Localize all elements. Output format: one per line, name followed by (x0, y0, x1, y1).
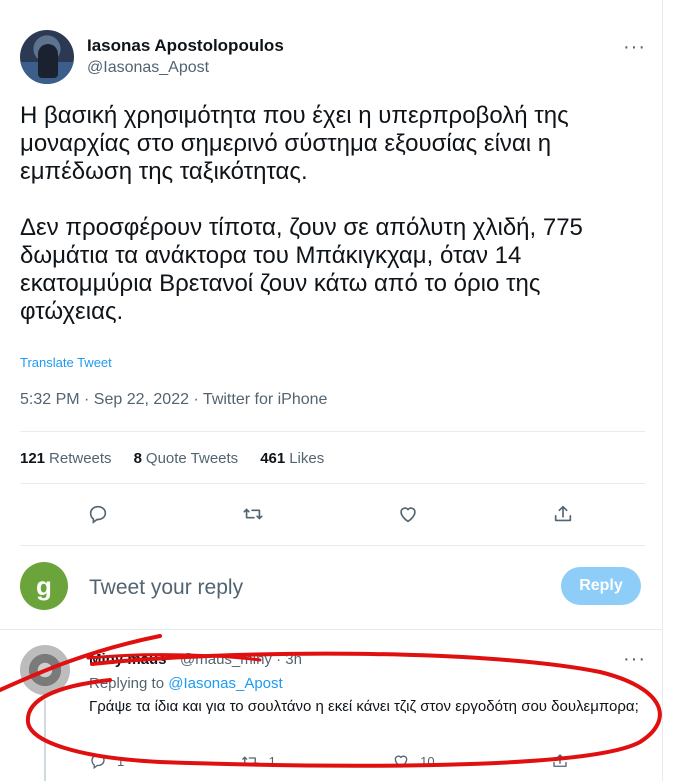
like-icon (394, 755, 408, 768)
reply-icon[interactable] (78, 497, 118, 531)
reply-like-action[interactable]: 10 (392, 752, 435, 770)
more-options-icon[interactable]: ··· (623, 37, 646, 57)
retweet-icon[interactable] (233, 497, 273, 531)
timeline-border (662, 0, 663, 781)
retweets-stat[interactable]: 121 Retweets (20, 450, 112, 467)
quotes-label: Quote Tweets (145, 450, 239, 467)
author-avatar[interactable] (20, 30, 74, 84)
retweets-label: Retweets (49, 450, 112, 467)
likes-stat[interactable]: 461 Likes (260, 450, 324, 467)
tweet-timestamp[interactable]: 5:32 PM · Sep 22, 2022 · Twitter for iPh… (20, 391, 327, 409)
divider (20, 431, 645, 432)
quotes-count: 8 (133, 450, 142, 467)
likes-count: 461 (260, 450, 286, 467)
likes-label: Likes (289, 450, 325, 467)
like-icon[interactable] (388, 497, 428, 531)
share-icon (553, 754, 567, 767)
share-icon[interactable] (543, 497, 583, 531)
author-handle[interactable]: @Iasonas_Apost (87, 59, 209, 77)
divider (0, 629, 662, 630)
reply-reply-action[interactable]: 1 (89, 752, 124, 770)
reply-author-name[interactable]: Miny maus (89, 651, 167, 668)
like-count: 10 (420, 753, 435, 769)
replying-to-handle[interactable]: @Iasonas_Apost (168, 675, 282, 692)
tweet-stats: 121 Retweets 8 Quote Tweets 461 Likes (20, 450, 324, 467)
retweets-count: 121 (20, 450, 46, 467)
reply-count: 1 (117, 753, 125, 769)
reply-icon (91, 754, 105, 770)
tweet-action-bar (20, 497, 640, 531)
reply-author-handle[interactable]: @maus_miny · 3h (180, 651, 302, 668)
reply-retweet-action[interactable]: 1 (241, 752, 276, 770)
replying-to-prefix: Replying to (89, 675, 165, 692)
tweet-text: Η βασική χρησιμότητα που έχει η υπερπροβ… (20, 102, 583, 325)
reply-button[interactable]: Reply (561, 567, 641, 605)
reply-input[interactable]: Tweet your reply (89, 576, 243, 600)
reply-more-options-icon[interactable]: ··· (623, 649, 646, 669)
author-name[interactable]: Iasonas Apostolopoulos (87, 36, 284, 56)
reply-text: Γράψε τα ίδια και για το σουλτάνο η εκεί… (89, 698, 639, 715)
reply-author-avatar[interactable] (20, 645, 70, 695)
divider (20, 545, 645, 546)
thread-line (44, 700, 46, 781)
retweet-icon (241, 756, 258, 766)
translate-tweet-link[interactable]: Translate Tweet (20, 355, 112, 370)
divider (20, 483, 645, 484)
retweet-count: 1 (268, 753, 276, 769)
current-user-avatar[interactable]: g (20, 562, 68, 610)
reply-action-bar: 1 1 10 (89, 752, 569, 770)
quotes-stat[interactable]: 8 Quote Tweets (134, 450, 239, 467)
reply-share-action[interactable] (551, 752, 569, 770)
replying-to: Replying to @Iasonas_Apost (89, 675, 283, 692)
